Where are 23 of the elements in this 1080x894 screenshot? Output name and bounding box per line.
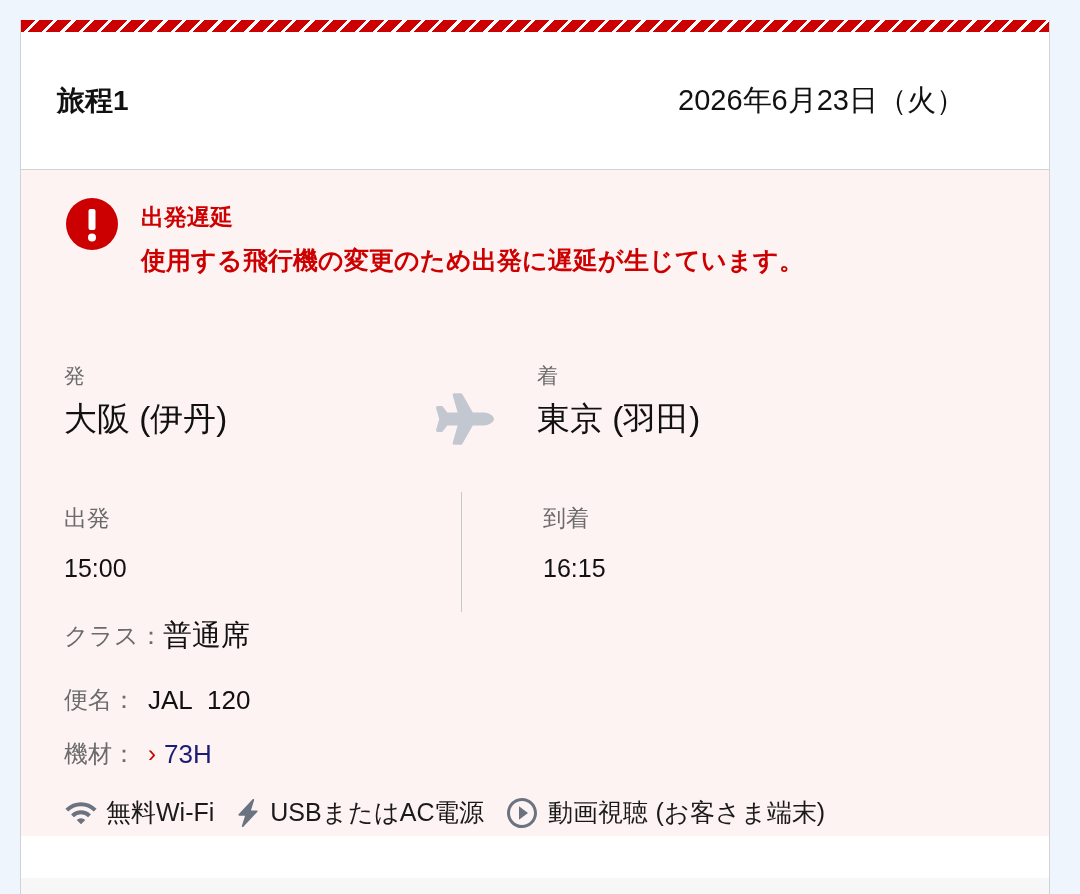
detail-label: 機材：	[64, 739, 136, 769]
detail-value: 普通席	[163, 618, 250, 654]
amenity-label: 無料Wi-Fi	[106, 797, 215, 828]
destination-city: 東京 (羽田)	[537, 399, 701, 439]
airplane-icon	[436, 390, 494, 448]
amenity-label: USBまたはAC電源	[270, 797, 485, 828]
origin-label: 発	[64, 363, 85, 389]
amenity-label: 動画視聴 (お客さま端末)	[548, 797, 826, 828]
time-label: 到着	[543, 504, 589, 533]
time-value: 15:00	[64, 553, 127, 584]
aircraft-link[interactable]: › 73H	[148, 734, 212, 774]
alert-icon	[66, 198, 118, 250]
detail-label: クラス：	[64, 621, 163, 651]
time-value: 16:15	[543, 553, 606, 584]
flight-date: 2026年6月23日（火）	[678, 82, 965, 118]
destination-label: 着	[537, 363, 558, 389]
alert-title: 出発遅延	[141, 203, 233, 232]
detail-label: 便名：	[64, 685, 136, 715]
time-label: 出発	[64, 504, 110, 533]
alert-message: 使用する飛行機の変更のため出発に遅延が生じています。	[141, 245, 804, 276]
detail-value: JAL 120	[148, 683, 251, 717]
itinerary-title: 旅程1	[57, 83, 129, 118]
origin-city: 大阪 (伊丹)	[64, 399, 228, 439]
